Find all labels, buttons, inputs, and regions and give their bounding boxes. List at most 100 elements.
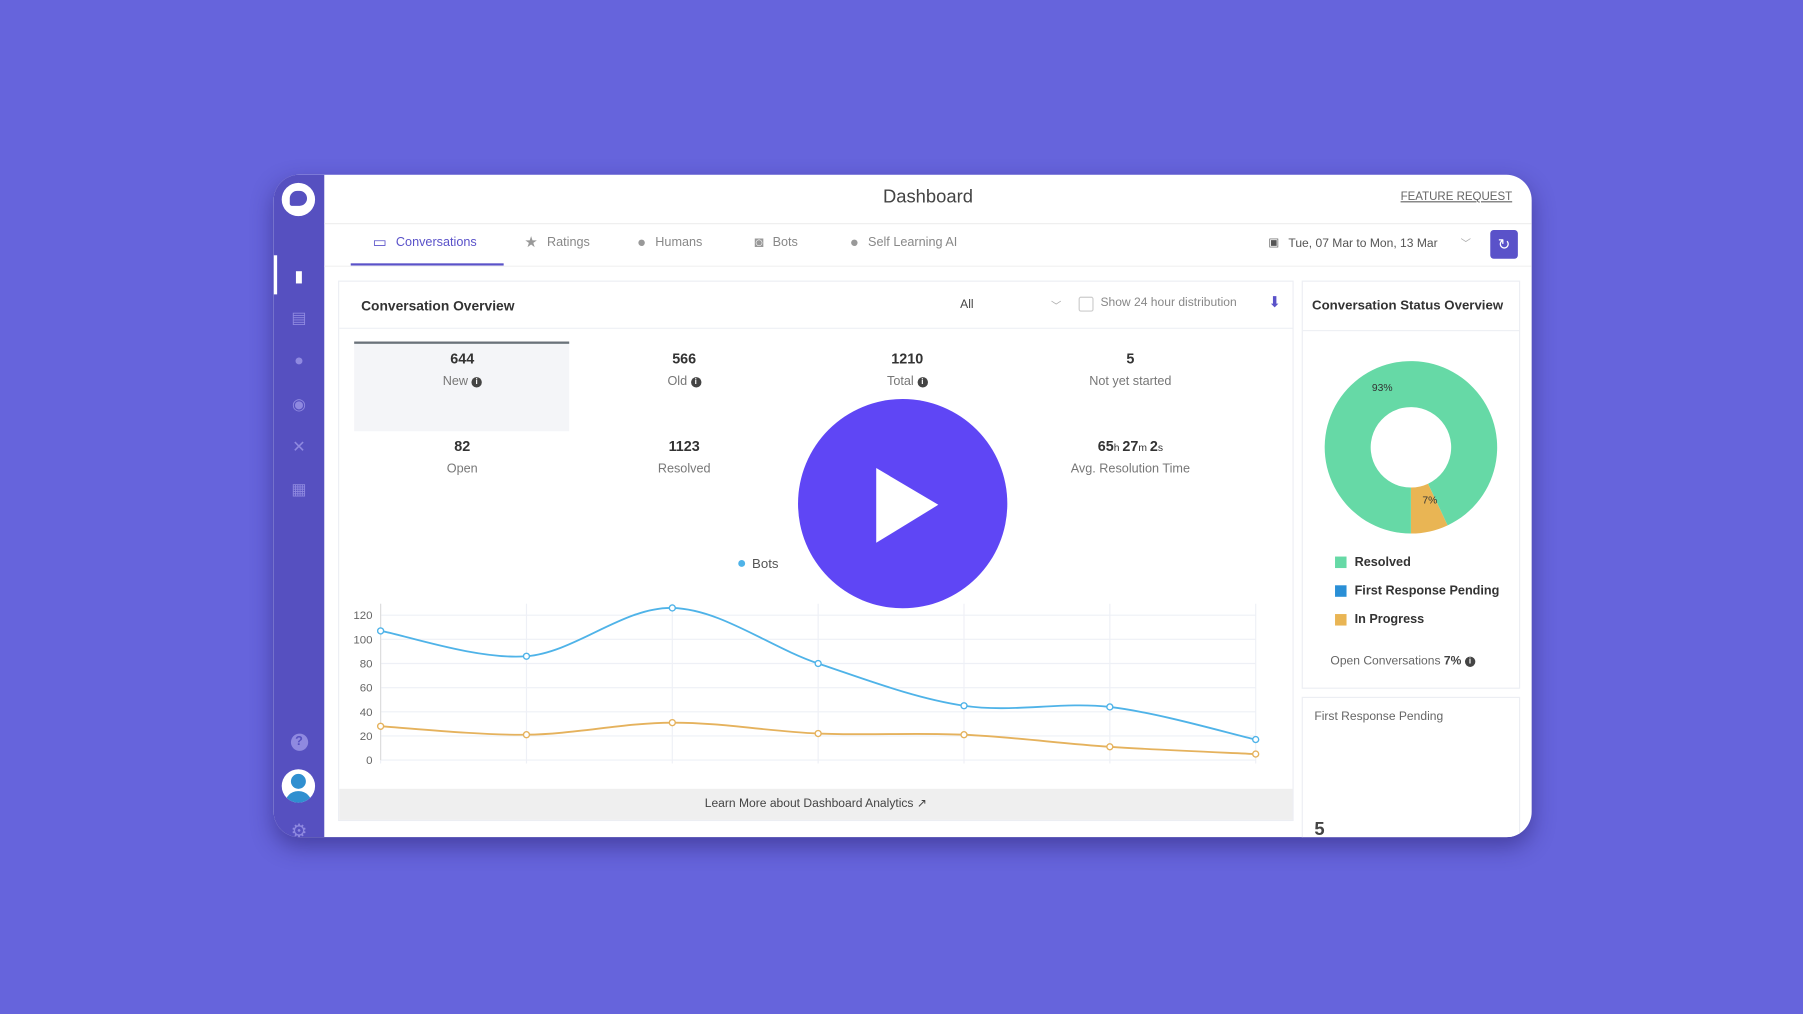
legend-swatch bbox=[1335, 556, 1347, 569]
humans-icon[interactable]: ● bbox=[287, 348, 310, 371]
x-tick-label: 8 Mar bbox=[512, 769, 542, 770]
conversations-icon[interactable]: ▤ bbox=[287, 306, 310, 329]
y-tick-label: 20 bbox=[360, 731, 373, 743]
x-tick-label: 12 Mar bbox=[1092, 769, 1128, 770]
stat-resolved[interactable]: 1123 Resolved bbox=[577, 429, 791, 476]
panel-title: Conversation Overview bbox=[361, 297, 515, 314]
x-tick-label: 7 Mar bbox=[366, 769, 396, 770]
info-icon[interactable]: i bbox=[690, 376, 701, 388]
info-icon[interactable]: i bbox=[1464, 656, 1476, 667]
checkbox-label: Show 24 hour distribution bbox=[1100, 295, 1237, 310]
date-range-picker[interactable]: ▣ Tue, 07 Mar to Mon, 13 Mar ﹀ bbox=[1268, 236, 1471, 251]
stat-total[interactable]: 1210 Total i bbox=[800, 342, 1014, 389]
data-point bbox=[1106, 743, 1114, 751]
data-point bbox=[814, 659, 822, 668]
show-24h-checkbox[interactable] bbox=[1078, 296, 1094, 312]
status-overview-panel: Conversation Status Overview 93% 7% Resol… bbox=[1301, 280, 1521, 689]
slice-label: 93% bbox=[1372, 383, 1393, 394]
legend-first-response-pending[interactable]: First Response Pending bbox=[1335, 584, 1499, 598]
first-response-pending-panel: First Response Pending 5 bbox=[1301, 696, 1521, 838]
stat-new[interactable]: 644 New i bbox=[355, 342, 569, 389]
filter-dropdown[interactable]: All ﹀ bbox=[960, 298, 1061, 312]
avg-resolution-value: 65h 27m 2s bbox=[1097, 438, 1163, 455]
info-icon[interactable]: i bbox=[471, 376, 482, 388]
slice-label: 7% bbox=[1422, 496, 1437, 507]
x-tick-label: 10 Mar bbox=[800, 769, 836, 770]
refresh-button[interactable]: ↻ bbox=[1490, 229, 1518, 259]
download-icon[interactable]: ⬇ bbox=[1268, 293, 1281, 311]
data-point bbox=[1252, 750, 1260, 758]
tab-conversations[interactable]: ▭ Conversations bbox=[373, 233, 477, 251]
data-point bbox=[668, 718, 676, 727]
data-point bbox=[814, 729, 822, 738]
tab-humans[interactable]: ● Humans bbox=[637, 233, 702, 250]
y-tick-label: 120 bbox=[353, 610, 372, 622]
tabs-divider bbox=[324, 265, 1532, 267]
tab-bots[interactable]: ◙ Bots bbox=[754, 233, 798, 250]
play-icon bbox=[876, 468, 939, 543]
help-icon[interactable]: ? bbox=[287, 728, 310, 751]
data-point bbox=[960, 731, 968, 739]
x-tick-label: 11 Mar bbox=[947, 769, 982, 770]
legend-marker bbox=[738, 560, 746, 567]
panel-title: First Response Pending bbox=[1314, 709, 1444, 724]
app-logo[interactable] bbox=[281, 182, 316, 217]
info-icon[interactable]: i bbox=[917, 376, 928, 388]
lightbulb-icon: ● bbox=[849, 233, 859, 251]
open-conversations: Open Conversations 7% i bbox=[1330, 654, 1476, 668]
avatar[interactable] bbox=[281, 769, 316, 803]
data-point bbox=[1106, 703, 1114, 711]
data-point bbox=[376, 722, 385, 730]
chat-icon: ▭ bbox=[372, 233, 387, 251]
panel-header-divider bbox=[1302, 330, 1520, 332]
person-icon: ● bbox=[637, 233, 647, 251]
settings-icon[interactable]: ⚙ bbox=[287, 821, 310, 837]
external-link-icon: ↗ bbox=[916, 796, 927, 811]
integrations-icon[interactable]: ✕ bbox=[287, 435, 310, 458]
y-tick-label: 60 bbox=[360, 683, 373, 695]
legend-swatch bbox=[1335, 585, 1347, 597]
stat-open[interactable]: 82 Open bbox=[355, 429, 569, 476]
bots-icon[interactable]: ◉ bbox=[287, 392, 310, 415]
legend-in-progress[interactable]: In Progress bbox=[1335, 613, 1424, 627]
legend-label: Bots bbox=[752, 556, 779, 571]
donut-chart: 93% 7% bbox=[1324, 361, 1498, 534]
stat-not-yet-started[interactable]: 5 Not yet started bbox=[1023, 342, 1237, 389]
active-indicator bbox=[273, 255, 278, 295]
calendar-icon: ▣ bbox=[1268, 236, 1280, 250]
feature-request-link[interactable]: FEATURE REQUEST bbox=[1401, 191, 1513, 204]
data-point bbox=[1252, 735, 1260, 744]
chevron-down-icon: ﹀ bbox=[1050, 300, 1062, 312]
y-tick-label: 100 bbox=[353, 634, 372, 646]
analytics-icon[interactable]: ▮ bbox=[287, 264, 310, 287]
sidebar: ▮ ▤ ● ◉ ✕ ▦ ? ⚙ bbox=[273, 174, 325, 838]
y-tick-label: 80 bbox=[360, 659, 373, 671]
data-point bbox=[522, 652, 531, 660]
stat-old[interactable]: 566 Old i bbox=[577, 342, 791, 389]
robot-icon: ◙ bbox=[754, 233, 764, 251]
data-point bbox=[960, 702, 968, 710]
reports-icon[interactable]: ▦ bbox=[287, 477, 310, 500]
donut-slice bbox=[1324, 361, 1498, 534]
tab-ratings[interactable]: ★ Ratings bbox=[524, 233, 589, 251]
learn-more-link[interactable]: Learn More about Dashboard Analytics ↗ bbox=[339, 797, 1292, 811]
header-divider bbox=[324, 223, 1532, 225]
panel-title: Conversation Status Overview bbox=[1312, 298, 1504, 313]
x-tick-label: 13 Mar bbox=[1238, 769, 1274, 770]
refresh-icon: ↻ bbox=[1497, 235, 1511, 253]
y-tick-label: 0 bbox=[366, 755, 372, 767]
play-button[interactable] bbox=[798, 399, 1008, 609]
data-point bbox=[522, 731, 531, 739]
tab-self-learning-ai[interactable]: ● Self Learning AI bbox=[850, 233, 958, 250]
chevron-down-icon: ﹀ bbox=[1460, 238, 1471, 250]
stat-avg-resolution[interactable]: 65h 27m 2s Avg. Resolution Time bbox=[1023, 429, 1237, 476]
frp-count: 5 bbox=[1314, 819, 1325, 838]
panel-header-divider bbox=[339, 327, 1293, 329]
legend-resolved[interactable]: Resolved bbox=[1335, 555, 1411, 569]
star-icon: ★ bbox=[524, 233, 538, 251]
data-point bbox=[668, 604, 676, 612]
y-tick-label: 40 bbox=[360, 707, 373, 719]
x-tick-label: 9 Mar bbox=[658, 769, 688, 770]
legend-swatch bbox=[1335, 614, 1347, 626]
data-point bbox=[376, 627, 385, 635]
